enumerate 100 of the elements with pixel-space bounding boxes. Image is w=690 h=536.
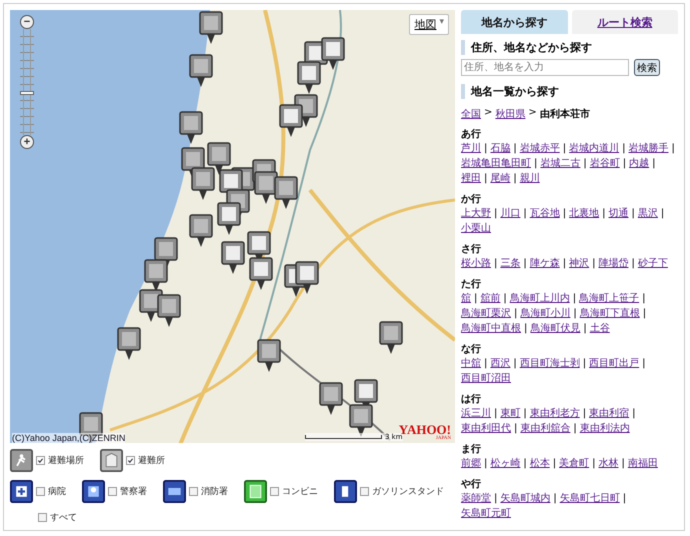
place-link[interactable]: 東由利田代 [461,423,511,434]
place-link[interactable]: 陣場岱 [598,258,628,269]
separator: | [513,358,517,369]
tab[interactable]: 地名から探す [461,10,568,34]
separator: | [514,308,518,319]
place-link[interactable]: 鳥海町上川内 [510,293,570,304]
place-link[interactable]: 桜小路 [461,258,491,269]
place-link[interactable]: 神沢 [569,258,590,269]
group-heading: ま行 [461,442,482,456]
checkbox[interactable] [108,487,117,496]
place-link[interactable]: 岩城赤平 [520,143,560,154]
place-link[interactable]: 上大野 [461,208,491,219]
place-link[interactable]: 岩城亀田亀田町 [461,158,531,169]
search-button[interactable]: 検索 [634,59,660,76]
checkbox[interactable] [38,513,47,522]
cross-icon [10,480,33,503]
place-link[interactable]: 浜三川 [461,408,491,419]
checkbox[interactable] [36,456,45,465]
place-link[interactable]: 鳥海町中直根 [461,323,521,334]
place-link[interactable]: 岩城二古 [540,158,580,169]
search-field[interactable]: 住所、地名を入力 [461,59,629,76]
checkbox-label[interactable]: 警察署 [120,485,147,498]
place-link[interactable]: 東由利宿 [589,408,630,419]
place-link[interactable]: 南福田 [628,458,658,469]
place-link[interactable]: 西目町出戸 [589,358,640,369]
checkbox[interactable] [270,487,279,496]
house-icon [100,449,123,472]
place-link[interactable]: 舘前 [480,293,500,304]
checkbox-label[interactable]: 避難場所 [48,454,84,467]
breadcrumb-link[interactable]: 秋田県 [495,107,526,121]
place-link[interactable]: 陣ケ森 [530,258,560,269]
place-link[interactable]: 西目町海士剥 [520,358,580,369]
place-link[interactable]: 東由利法内 [580,423,630,434]
place-link[interactable]: 矢島町七日町 [560,493,620,504]
place-link[interactable]: 裡田 [461,173,481,184]
place-link[interactable]: 西沢 [490,358,510,369]
checkbox[interactable] [36,487,45,496]
place-link[interactable]: 美倉町 [559,458,590,469]
zoom-slider[interactable] [20,29,34,135]
checkbox-label[interactable]: 病院 [48,485,66,498]
place-link[interactable]: 瓦谷地 [530,208,560,219]
map-type-button[interactable]: 地図 ▾ [409,14,449,35]
place-link[interactable]: 石脇 [490,143,510,154]
place-link[interactable]: 松ヶ崎 [490,458,520,469]
place-link[interactable]: 中舘 [461,358,481,369]
place-link[interactable]: 鳥海町栗沢 [461,308,511,319]
place-link[interactable]: 芦川 [461,143,481,154]
place-link[interactable]: 水林 [598,458,618,469]
tab[interactable]: ルート検索 [572,10,678,34]
checkbox[interactable] [189,487,198,496]
place-link[interactable]: 東町 [500,408,520,419]
checkbox[interactable] [360,487,369,496]
place-link[interactable]: 前郷 [461,458,481,469]
place-link[interactable]: 尾崎 [490,173,510,184]
place-link[interactable]: 土谷 [590,323,610,334]
place-link[interactable]: 鳥海町小川 [520,308,570,319]
place-link[interactable]: 薬師堂 [461,493,491,504]
checkbox-label[interactable]: 避難所 [138,454,165,467]
place-link[interactable]: 西目町沼田 [461,373,511,384]
separator: | [642,358,646,369]
checkbox[interactable] [126,456,135,465]
separator: | [622,143,626,154]
slider-thumb[interactable] [20,90,34,95]
checkbox-label[interactable]: 消防署 [201,485,228,498]
place-link[interactable]: 鳥海町下直根 [580,308,640,319]
checkbox-label[interactable]: すべて [50,511,77,524]
place-link[interactable]: 舘 [461,293,471,304]
place-link[interactable]: 岩城勝手 [628,143,668,154]
place-link[interactable]: 松本 [530,458,550,469]
separator: | [573,423,577,434]
separator: | [484,358,488,369]
place-link[interactable]: 鳥海町上笹子 [579,293,640,304]
place-link[interactable]: 内越 [629,158,650,169]
place-link[interactable]: 東由利舘合 [520,423,570,434]
separator: | [523,458,527,469]
place-link[interactable]: 砂子下 [638,258,668,269]
place-link[interactable]: 東由利老方 [530,408,580,419]
place-link[interactable]: 岩城内道川 [569,143,620,154]
separator: | [494,493,498,504]
place-link[interactable]: 小栗山 [461,223,491,234]
checkbox-label[interactable]: ガソリンスタンド [372,485,444,498]
group-heading: な行 [461,342,482,356]
place-link[interactable]: 親川 [520,173,540,184]
place-link[interactable]: 矢島町城内 [500,493,550,504]
place-link[interactable]: 鳥海町伏見 [530,323,580,334]
breadcrumb-link[interactable]: 全国 [461,107,481,121]
separator: | [523,408,527,419]
place-link[interactable]: 北裏地 [569,208,600,219]
checkbox-label[interactable]: コンビニ [282,485,318,498]
place-link[interactable]: 矢島町元町 [461,508,511,519]
place-link[interactable]: 岩谷町 [590,158,620,169]
separator: | [484,143,488,154]
separator: | [503,293,507,304]
separator: | [622,158,626,169]
separator: | [494,258,498,269]
place-link[interactable]: 三条 [500,258,520,269]
place-link[interactable]: 切通 [608,208,628,219]
place-link[interactable]: 川口 [500,208,520,219]
separator: | [553,493,557,504]
place-link[interactable]: 黒沢 [638,208,658,219]
